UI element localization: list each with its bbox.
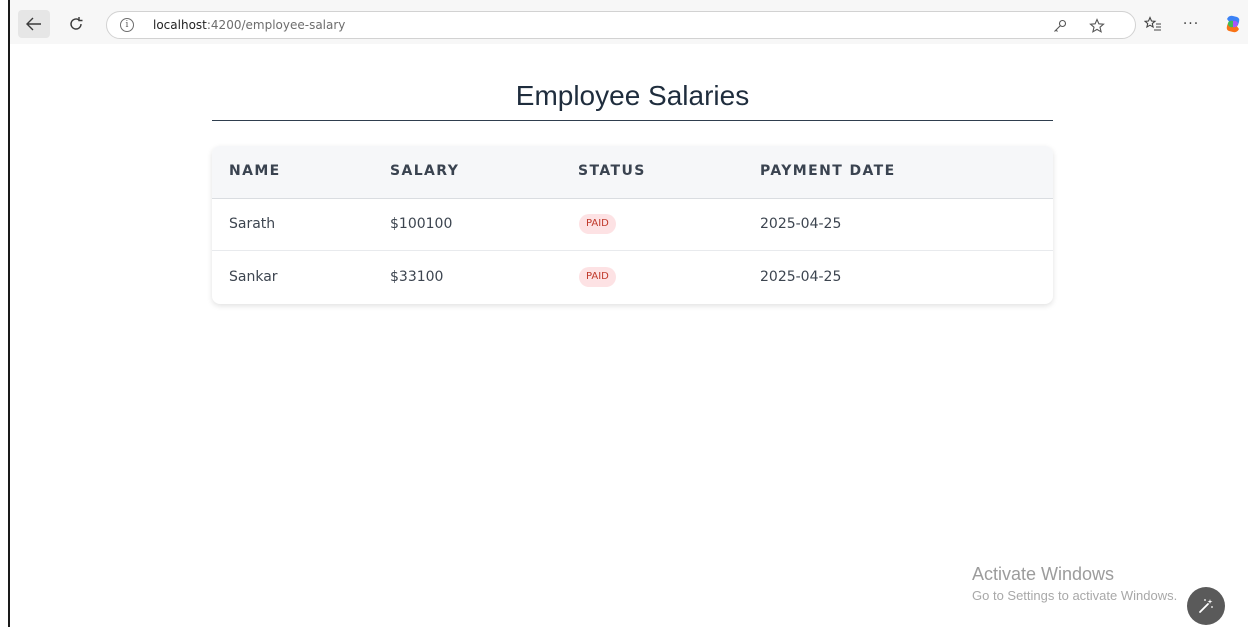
url-path: :4200/employee-salary — [206, 18, 346, 32]
back-button[interactable] — [18, 10, 50, 38]
cell-payment-date: 2025-04-25 — [760, 269, 842, 285]
salary-table: NAME SALARY STATUS PAYMENT DATE Sarath $… — [212, 146, 1053, 304]
status-badge: PAID — [579, 214, 616, 234]
browser-toolbar: i localhost:4200/employee-salary ··· — [10, 0, 1248, 44]
status-badge: PAID — [579, 267, 616, 287]
star-icon[interactable] — [1087, 16, 1107, 36]
header-name: NAME — [229, 163, 281, 179]
screen: i localhost:4200/employee-salary ··· Emp… — [0, 0, 1248, 627]
cell-name: Sarath — [229, 216, 276, 232]
more-icon[interactable]: ··· — [1180, 13, 1202, 35]
activation-watermark-subtitle: Go to Settings to activate Windows. — [972, 588, 1178, 603]
magic-wand-button[interactable] — [1187, 587, 1225, 625]
header-salary: SALARY — [390, 163, 460, 179]
key-icon[interactable] — [1050, 16, 1070, 36]
title-divider — [212, 120, 1053, 121]
page-title: Employee Salaries — [515, 80, 750, 111]
table-row: Sankar $33100 PAID 2025-04-25 — [212, 252, 1053, 304]
header-status: STATUS — [578, 163, 646, 179]
activation-watermark-title: Activate Windows — [972, 564, 1115, 584]
favorites-icon[interactable] — [1142, 13, 1164, 35]
cell-salary: $33100 — [390, 269, 444, 285]
url-text[interactable]: localhost:4200/employee-salary — [153, 18, 345, 32]
cell-payment-date: 2025-04-25 — [760, 216, 842, 232]
address-bar[interactable]: i localhost:4200/employee-salary — [106, 11, 1136, 39]
page-content: Employee Salaries NAME SALARY STATUS PAY… — [10, 44, 1248, 627]
url-host: localhost — [153, 18, 207, 32]
reload-button[interactable] — [60, 10, 92, 38]
table-header: NAME SALARY STATUS PAYMENT DATE — [212, 146, 1053, 199]
table-row: Sarath $100100 PAID 2025-04-25 — [212, 199, 1053, 251]
header-payment-date: PAYMENT DATE — [760, 163, 896, 179]
cell-salary: $100100 — [390, 216, 453, 232]
info-icon[interactable]: i — [120, 18, 134, 32]
copilot-icon[interactable] — [1222, 13, 1244, 35]
magic-wand-icon — [1199, 599, 1213, 613]
cell-name: Sankar — [229, 269, 278, 285]
back-arrow-icon — [26, 17, 41, 31]
reload-icon — [70, 17, 83, 30]
